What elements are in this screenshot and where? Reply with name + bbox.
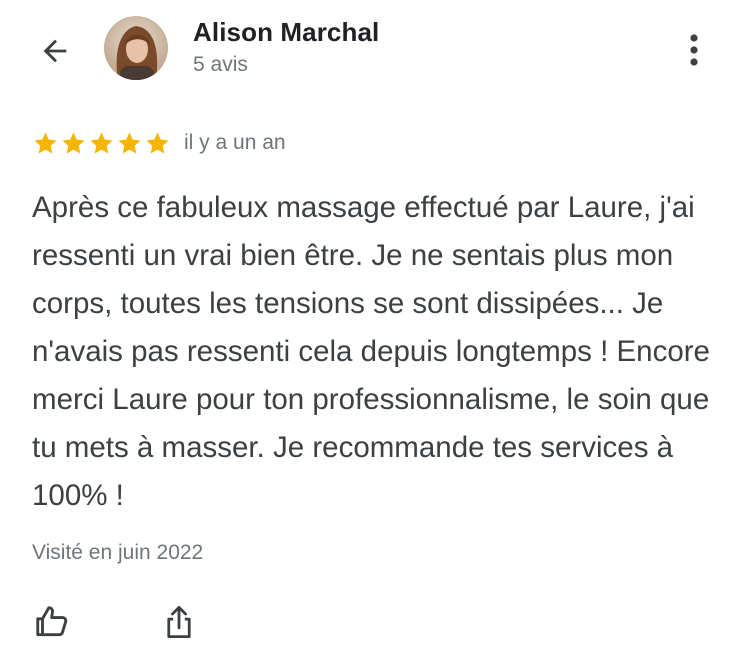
thumbs-up-icon	[36, 606, 68, 637]
star-icon	[34, 132, 57, 154]
arrow-left-icon	[43, 39, 67, 63]
more-options-button[interactable]	[676, 28, 712, 72]
like-button[interactable]	[28, 598, 76, 646]
review-count: 5 avis	[193, 53, 248, 76]
review-text: Après ce fabuleux massage effectué par L…	[32, 191, 710, 512]
star-icon	[146, 132, 169, 154]
review-date: il y a un an	[184, 131, 286, 154]
star-icon	[118, 132, 141, 154]
avatar-photo	[104, 16, 168, 80]
reviewer-name[interactable]: Alison Marchal	[193, 17, 379, 48]
more-vertical-icon	[690, 34, 698, 66]
avatar[interactable]	[104, 16, 168, 80]
back-button[interactable]	[32, 28, 78, 74]
share-icon	[167, 605, 191, 639]
star-rating	[32, 130, 171, 157]
visit-date: Visité en juin 2022	[32, 541, 204, 564]
star-icon	[90, 132, 113, 154]
share-button[interactable]	[155, 598, 203, 646]
star-icon	[62, 132, 85, 154]
